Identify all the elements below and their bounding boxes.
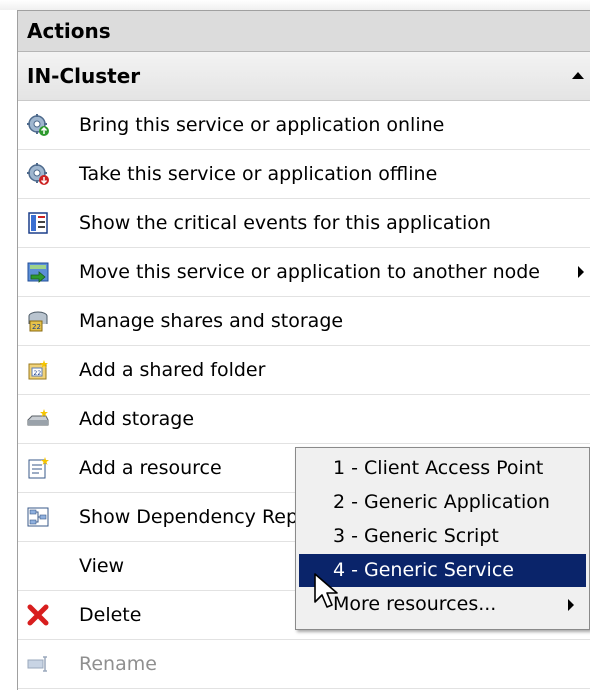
window-top-edge	[0, 0, 590, 10]
action-label: Add storage	[79, 408, 195, 430]
action-rename: Rename	[18, 640, 590, 689]
action-show-critical-events[interactable]: Show the critical events for this applic…	[18, 199, 590, 248]
dependency-report-icon	[27, 507, 49, 527]
action-label: Rename	[79, 653, 157, 675]
shares-storage-icon: 22	[28, 311, 48, 332]
action-take-offline[interactable]: Take this service or application offline	[18, 150, 590, 199]
action-label: Take this service or application offline	[79, 163, 438, 185]
rename-icon	[27, 656, 47, 672]
action-add-shared-folder[interactable]: 22 Add a shared folder	[18, 346, 590, 395]
svg-text:22: 22	[34, 370, 42, 377]
shared-folder-icon: 22	[28, 360, 48, 380]
event-log-icon	[28, 212, 48, 234]
section-header-in-cluster[interactable]: IN-Cluster	[18, 52, 590, 101]
section-title: IN-Cluster	[27, 64, 141, 88]
menu-item-client-access-point[interactable]: 1 - Client Access Point	[299, 452, 586, 485]
action-label: Bring this service or application online	[79, 114, 445, 136]
gear-online-icon	[27, 114, 49, 136]
menu-item-label: More resources...	[333, 593, 497, 615]
action-manage-shares-storage[interactable]: 22 Manage shares and storage	[18, 297, 590, 346]
menu-item-generic-script[interactable]: 3 - Generic Script	[299, 520, 586, 553]
action-label: Delete	[79, 604, 142, 626]
action-label: Add a shared folder	[79, 359, 266, 381]
actions-pane-title: Actions	[18, 11, 590, 52]
menu-item-generic-application[interactable]: 2 - Generic Application	[299, 486, 586, 519]
action-label: Manage shares and storage	[79, 310, 344, 332]
action-add-storage[interactable]: Add storage	[18, 395, 590, 444]
submenu-arrow-icon	[568, 599, 574, 611]
mouse-pointer-icon	[314, 573, 338, 608]
action-label: Add a resource	[79, 457, 222, 479]
move-node-icon	[27, 262, 49, 283]
menu-item-more-resources[interactable]: More resources...	[299, 588, 586, 621]
delete-x-icon	[27, 604, 49, 626]
action-label: View	[79, 555, 125, 577]
collapse-up-icon[interactable]	[572, 72, 584, 79]
svg-text:22: 22	[32, 323, 41, 331]
submenu-arrow-icon	[578, 266, 584, 278]
menu-item-generic-service[interactable]: 4 - Generic Service	[299, 554, 586, 587]
action-label: Show Dependency Rep	[79, 506, 299, 528]
action-bring-online[interactable]: Bring this service or application online	[18, 101, 590, 150]
action-move-to-another-node[interactable]: Move this service or application to anot…	[18, 248, 590, 297]
action-label: Show the critical events for this applic…	[79, 212, 491, 234]
add-resource-icon	[28, 457, 49, 479]
add-storage-icon	[27, 409, 49, 426]
action-label: Move this service or application to anot…	[79, 261, 540, 283]
gear-offline-icon	[27, 163, 49, 185]
